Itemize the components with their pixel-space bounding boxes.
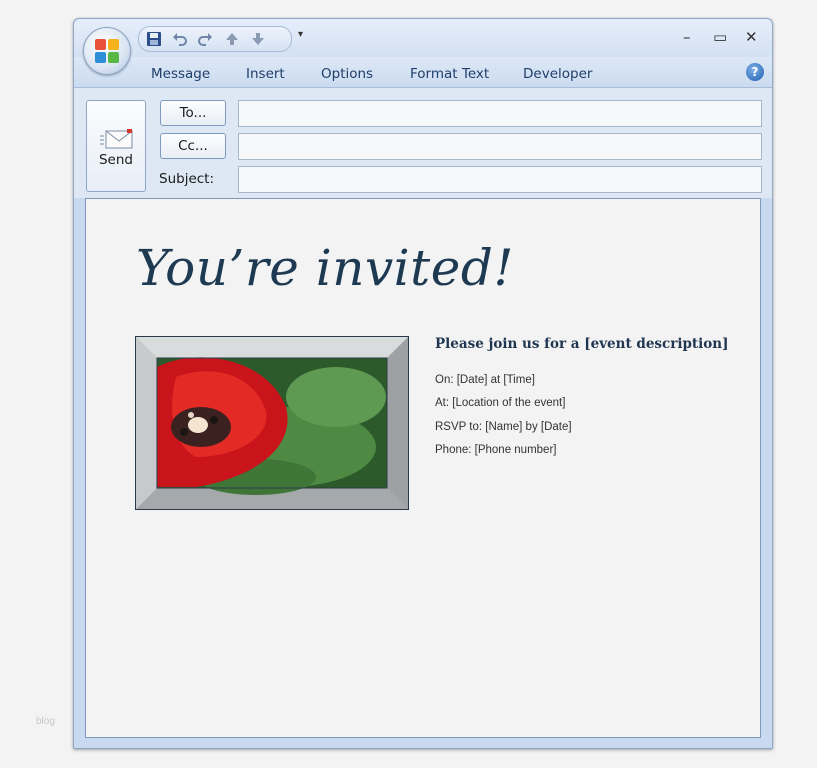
send-label: Send [98,152,133,168]
message-header: Send To... Cc... Subject: [74,88,772,198]
help-icon[interactable]: ? [746,63,764,81]
event-heading: Please join us for a [event description] [435,336,729,352]
subject-field[interactable] [238,166,762,193]
envelope-icon [100,129,133,149]
event-location-line: At: [Location of the event] [435,397,566,409]
event-details: Please join us for a [event description]… [435,336,735,456]
up-arrow-icon[interactable] [224,31,240,47]
undo-icon[interactable] [172,31,188,47]
subject-label: Subject: [159,171,215,187]
office-logo-icon [95,39,119,63]
cc-field[interactable] [238,133,762,160]
down-arrow-icon[interactable] [250,31,266,47]
send-button[interactable]: Send [86,100,146,192]
office-button[interactable] [83,27,131,75]
maximize-button[interactable]: ▭ [713,28,727,46]
tulip-photo [135,336,409,510]
message-body[interactable]: You’re invited! Please join us for a [ev… [85,198,761,738]
tab-insert[interactable]: Insert [246,66,285,82]
to-button[interactable]: To... [160,100,226,126]
cc-button[interactable]: Cc... [160,133,226,159]
tab-message[interactable]: Message [151,66,210,82]
redo-icon[interactable] [197,31,213,47]
ribbon-tab-bar: Message Insert Options Format Text Devel… [74,57,772,88]
to-field[interactable] [238,100,762,127]
customize-toolbar-dropdown[interactable]: ▾ [298,29,303,40]
tab-options[interactable]: Options [321,66,373,82]
close-button[interactable]: ✕ [745,28,758,46]
title-bar: ▾ – ▭ ✕ [74,19,772,57]
tab-developer[interactable]: Developer [523,66,592,82]
watermark-text: blog [36,716,55,727]
event-phone-line: Phone: [Phone number] [435,444,557,456]
quick-access-toolbar [138,26,292,52]
event-date-line: On: [Date] at [Time] [435,374,535,386]
event-rsvp-line: RSVP to: [Name] by [Date] [435,421,572,433]
tab-format-text[interactable]: Format Text [410,66,489,82]
save-icon[interactable] [146,31,162,47]
minimize-button[interactable]: – [683,28,691,46]
invitation-title: You’re invited! [136,239,514,297]
outlook-compose-window: ▾ – ▭ ✕ Message Insert Options Format Te… [73,18,773,749]
